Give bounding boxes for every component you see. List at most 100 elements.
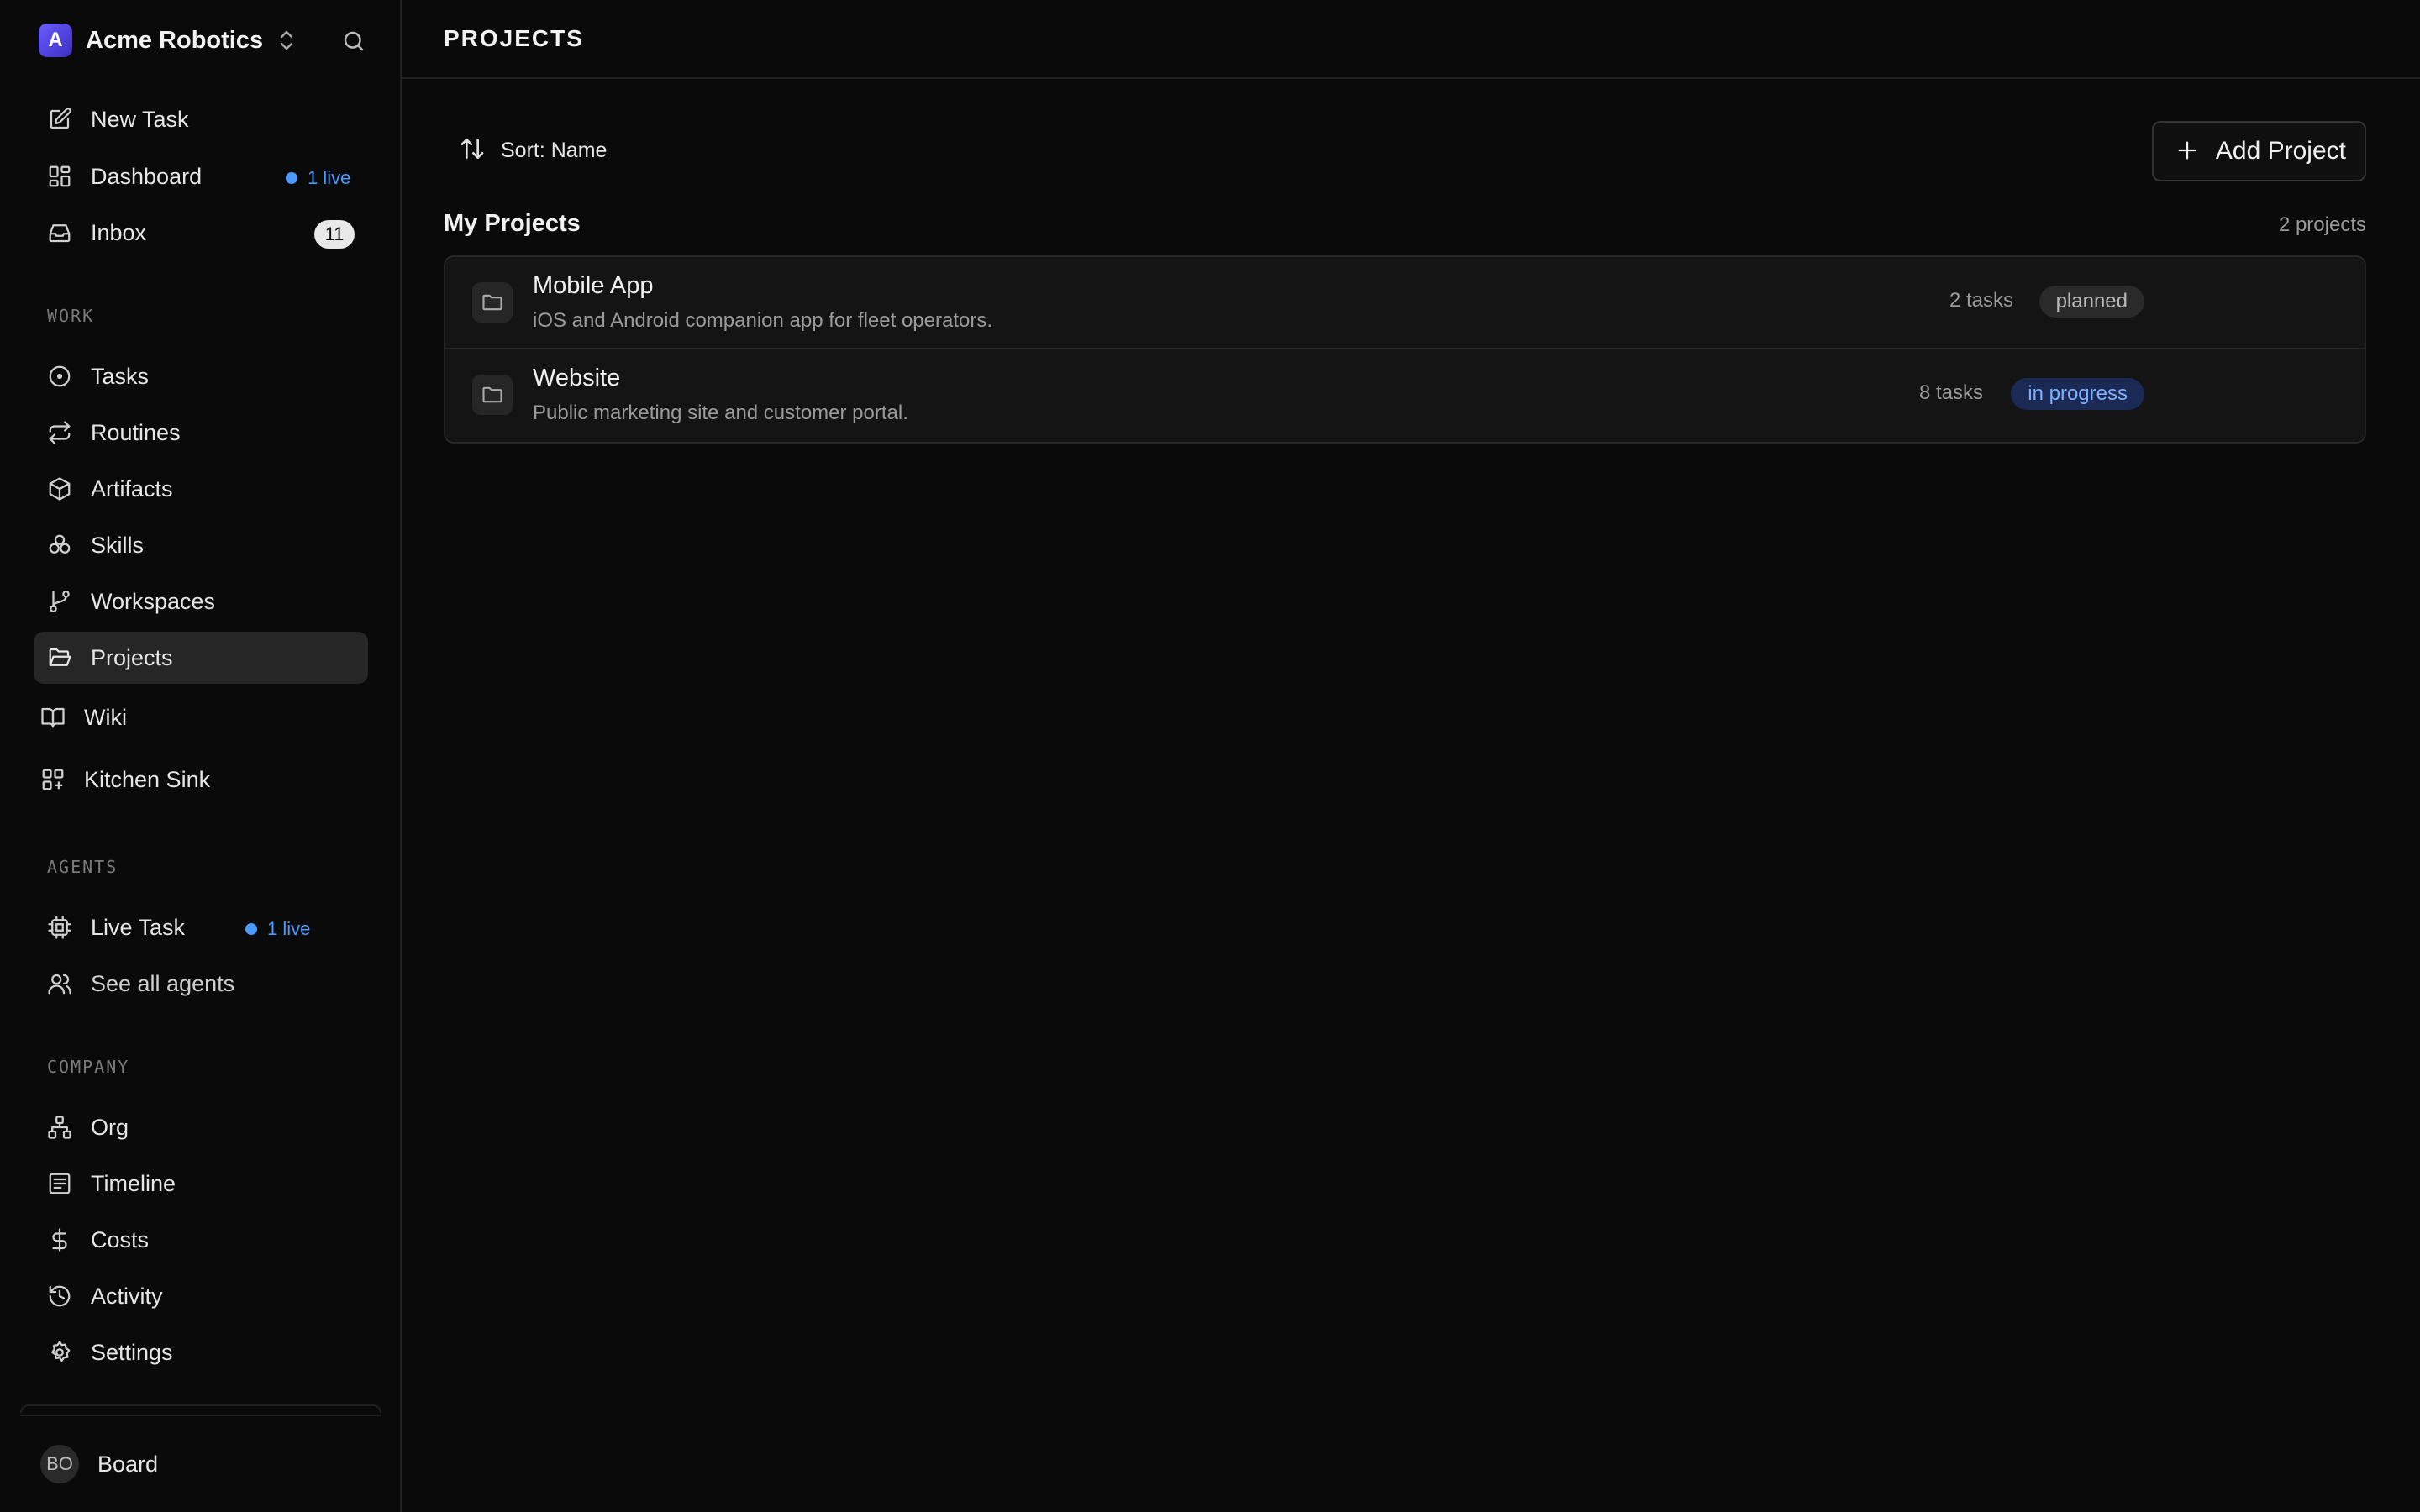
sidebar-item-live-task[interactable]: Live Task 1 live xyxy=(34,901,368,953)
live-dot-icon xyxy=(286,172,297,184)
status-badge: in progress xyxy=(2011,378,2144,410)
sidebar-item-routines[interactable]: Routines xyxy=(34,407,368,459)
sidebar-item-dashboard[interactable]: Dashboard 1 live xyxy=(34,150,368,202)
sidebar-item-label: Live Task xyxy=(91,914,186,940)
network-icon xyxy=(45,1113,74,1142)
git-branch-icon xyxy=(45,587,74,616)
sidebar-item-label: Workspaces xyxy=(91,588,216,614)
main-content: PROJECTS Sort: Name Add Project My Proje… xyxy=(402,0,2420,1512)
live-badge-text: 1 live xyxy=(308,167,351,188)
circle-dot-icon xyxy=(45,362,74,391)
group-title: My Projects xyxy=(444,210,581,237)
sidebar-item-label: Costs xyxy=(91,1226,150,1252)
sidebar-item-label: Settings xyxy=(91,1339,173,1365)
box-icon xyxy=(45,475,74,503)
live-badge-text: 1 live xyxy=(267,918,311,939)
page-title: PROJECTS xyxy=(444,25,584,51)
sidebar-item-label: Timeline xyxy=(91,1170,176,1196)
inbox-icon xyxy=(45,218,74,247)
sort-arrows-icon xyxy=(459,135,486,166)
company-logo: A xyxy=(39,24,72,57)
sidebar-item-wiki[interactable]: Wiki xyxy=(34,691,368,743)
sidebar-footer-divider xyxy=(20,1415,381,1416)
project-row-mobile-app[interactable]: Mobile App iOS and Android companion app… xyxy=(445,257,2365,349)
project-task-count: 8 tasks xyxy=(1918,381,1983,404)
live-badge: 1 live xyxy=(286,167,350,189)
book-open-icon xyxy=(39,703,67,732)
sidebar-item-label: New Task xyxy=(91,106,189,132)
company-name: Acme Robotics xyxy=(86,26,264,54)
sidebar-divider xyxy=(20,1404,381,1413)
grid-plus-icon xyxy=(39,765,67,794)
sidebar-item-label: Dashboard xyxy=(91,163,203,189)
gear-icon xyxy=(45,1338,74,1367)
list-icon xyxy=(45,1169,74,1198)
dollar-icon xyxy=(45,1226,74,1254)
sidebar-item-tasks[interactable]: Tasks xyxy=(34,350,368,402)
sidebar-item-label: Skills xyxy=(91,532,145,558)
project-task-count: 2 tasks xyxy=(1949,289,2013,312)
users-icon xyxy=(45,969,74,998)
add-project-label: Add Project xyxy=(2215,137,2346,165)
sort-label: Sort: Name xyxy=(501,138,608,162)
sidebar-item-label: Projects xyxy=(91,644,173,670)
sidebar-item-activity[interactable]: Activity xyxy=(34,1270,368,1322)
sidebar-item-label: Wiki xyxy=(84,704,127,730)
sidebar-item-label: Artifacts xyxy=(91,475,173,501)
project-description: Public marketing site and customer porta… xyxy=(533,402,908,424)
history-icon xyxy=(45,1282,74,1310)
avatar: BO xyxy=(40,1445,79,1483)
cpu-icon xyxy=(45,913,74,942)
sidebar-item-label: Activity xyxy=(91,1283,163,1309)
edit-icon xyxy=(45,105,74,134)
header: PROJECTS xyxy=(402,0,2420,79)
folder-open-icon xyxy=(45,643,74,672)
search-icon[interactable] xyxy=(338,25,370,57)
project-list: Mobile App iOS and Android companion app… xyxy=(444,255,2366,444)
dashboard-icon xyxy=(45,162,74,191)
section-label-work: WORK xyxy=(47,306,95,326)
sidebar-item-new-task[interactable]: New Task xyxy=(34,93,368,145)
add-project-button[interactable]: Add Project xyxy=(2151,121,2366,181)
sidebar-item-costs[interactable]: Costs xyxy=(34,1214,368,1266)
sidebar-item-settings[interactable]: Settings xyxy=(34,1326,368,1378)
project-name: Website xyxy=(533,365,621,391)
plus-icon xyxy=(2175,139,2199,165)
sidebar-item-label: Inbox xyxy=(91,219,147,245)
sidebar-item-see-all-agents[interactable]: See all agents xyxy=(34,958,368,1010)
sidebar-item-inbox[interactable]: Inbox 11 xyxy=(34,207,368,259)
folder-icon xyxy=(472,375,513,415)
chevron-up-down-icon xyxy=(276,28,297,53)
project-name: Mobile App xyxy=(533,272,654,299)
sidebar: A Acme Robotics New Task Dashboard 1 liv… xyxy=(0,0,402,1512)
sidebar-item-timeline[interactable]: Timeline xyxy=(34,1158,368,1210)
live-dot-icon xyxy=(245,923,257,935)
project-count: 2 projects xyxy=(2278,213,2366,236)
sidebar-item-artifacts[interactable]: Artifacts xyxy=(34,463,368,515)
live-badge: 1 live xyxy=(245,918,310,940)
sidebar-item-kitchen-sink[interactable]: Kitchen Sink xyxy=(34,753,368,806)
project-description: iOS and Android companion app for fleet … xyxy=(533,309,993,332)
section-label-company: COMPANY xyxy=(47,1057,130,1077)
section-label-agents: AGENTS xyxy=(47,857,118,877)
sidebar-item-label: See all agents xyxy=(91,970,235,996)
workspace-switcher[interactable]: A Acme Robotics xyxy=(39,22,297,59)
sidebar-item-label: Org xyxy=(91,1114,129,1140)
repeat-icon xyxy=(45,418,74,447)
folder-icon xyxy=(472,282,513,323)
boxes-icon xyxy=(45,531,74,559)
sort-button[interactable]: Sort: Name xyxy=(459,134,607,166)
app: A Acme Robotics New Task Dashboard 1 liv… xyxy=(0,0,2420,1512)
sidebar-item-workspaces[interactable]: Workspaces xyxy=(34,575,368,627)
project-row-website[interactable]: Website Public marketing site and custom… xyxy=(445,349,2365,442)
inbox-count-badge: 11 xyxy=(314,220,355,249)
user-menu[interactable]: BO Board xyxy=(40,1445,158,1483)
user-name: Board xyxy=(97,1451,159,1477)
sidebar-item-org[interactable]: Org xyxy=(34,1101,368,1153)
sidebar-item-projects[interactable]: Projects xyxy=(34,632,368,684)
sidebar-item-label: Tasks xyxy=(91,363,150,389)
sidebar-item-label: Kitchen Sink xyxy=(84,766,211,792)
status-badge: planned xyxy=(2039,286,2144,318)
sidebar-item-label: Routines xyxy=(91,419,181,445)
sidebar-item-skills[interactable]: Skills xyxy=(34,519,368,571)
